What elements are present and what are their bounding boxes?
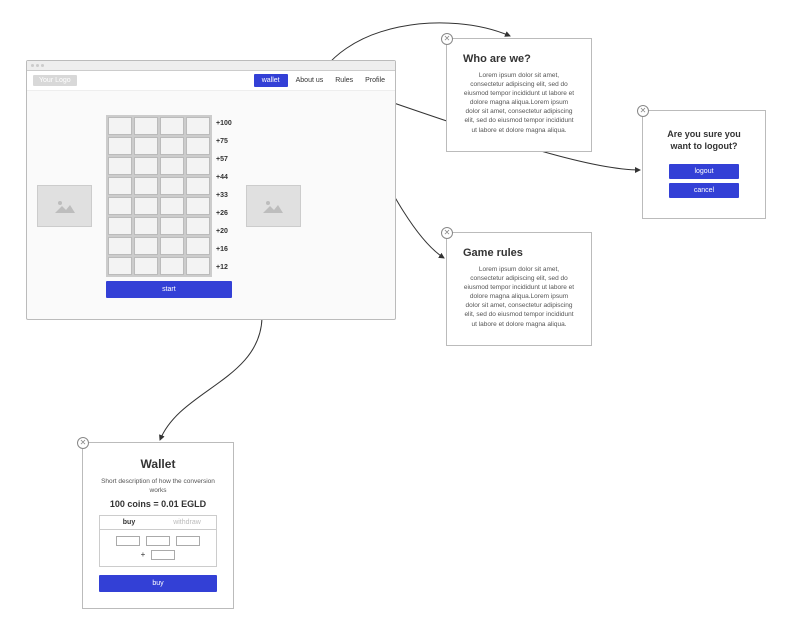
start-button[interactable]: start [106, 281, 232, 298]
about-body: Lorem ipsum dolor sit amet, consectetur … [463, 71, 575, 135]
about-title: Who are we? [463, 53, 575, 65]
wallet-form: + [99, 530, 217, 567]
row-value: +57 [216, 156, 232, 163]
window-chrome [27, 61, 395, 71]
multiplier-list: +100 +75 +57 +44 +33 +26 +20 +16 +12 [212, 115, 232, 277]
logout-modal: ✕ Are you sure you want to logout? logou… [642, 110, 766, 219]
close-icon[interactable]: ✕ [637, 105, 649, 117]
row-value: +12 [216, 264, 232, 271]
logout-prompt: Are you sure you want to logout? [659, 129, 749, 152]
amount-option[interactable] [146, 536, 170, 546]
wallet-modal: ✕ Wallet Short description of how the co… [82, 442, 234, 609]
nav-profile[interactable]: Profile [361, 77, 389, 84]
rules-modal: ✕ Game rules Lorem ipsum dolor sit amet,… [446, 232, 592, 346]
main-screen: Your Logo wallet About us Rules Profile [26, 60, 396, 320]
image-placeholder-right [246, 185, 301, 227]
logout-cancel-button[interactable]: cancel [669, 183, 739, 198]
logout-confirm-button[interactable]: logout [669, 164, 739, 179]
game-area: +100 +75 +57 +44 +33 +26 +20 +16 +12 sta… [27, 91, 395, 321]
row-value: +26 [216, 210, 232, 217]
row-value: +33 [216, 192, 232, 199]
image-icon [261, 197, 285, 215]
nav-about[interactable]: About us [292, 77, 328, 84]
wallet-tabs: buy withdraw [99, 515, 217, 530]
wallet-desc: Short description of how the conversion … [99, 477, 217, 495]
wallet-title: Wallet [99, 457, 217, 471]
amount-option[interactable] [176, 536, 200, 546]
wallet-buy-button[interactable]: buy [99, 575, 217, 592]
row-value: +20 [216, 228, 232, 235]
row-value: +16 [216, 246, 232, 253]
nav-rules[interactable]: Rules [331, 77, 357, 84]
rules-body: Lorem ipsum dolor sit amet, consectetur … [463, 265, 575, 329]
close-icon[interactable]: ✕ [77, 437, 89, 449]
plus-icon: + [141, 550, 146, 560]
game-grid[interactable] [106, 115, 212, 277]
logo: Your Logo [33, 75, 77, 86]
tab-buy[interactable]: buy [100, 516, 158, 529]
image-placeholder-left [37, 185, 92, 227]
row-value: +44 [216, 174, 232, 181]
about-modal: ✕ Who are we? Lorem ipsum dolor sit amet… [446, 38, 592, 152]
nav-wallet-button[interactable]: wallet [254, 74, 288, 87]
close-icon[interactable]: ✕ [441, 227, 453, 239]
image-icon [53, 197, 77, 215]
row-value: +75 [216, 138, 232, 145]
topbar: Your Logo wallet About us Rules Profile [27, 71, 395, 91]
amount-option[interactable] [116, 536, 140, 546]
custom-amount-input[interactable] [151, 550, 175, 560]
rules-title: Game rules [463, 247, 575, 259]
row-value: +100 [216, 120, 232, 127]
tab-withdraw[interactable]: withdraw [158, 516, 216, 529]
wallet-rate: 100 coins = 0.01 EGLD [99, 499, 217, 509]
close-icon[interactable]: ✕ [441, 33, 453, 45]
